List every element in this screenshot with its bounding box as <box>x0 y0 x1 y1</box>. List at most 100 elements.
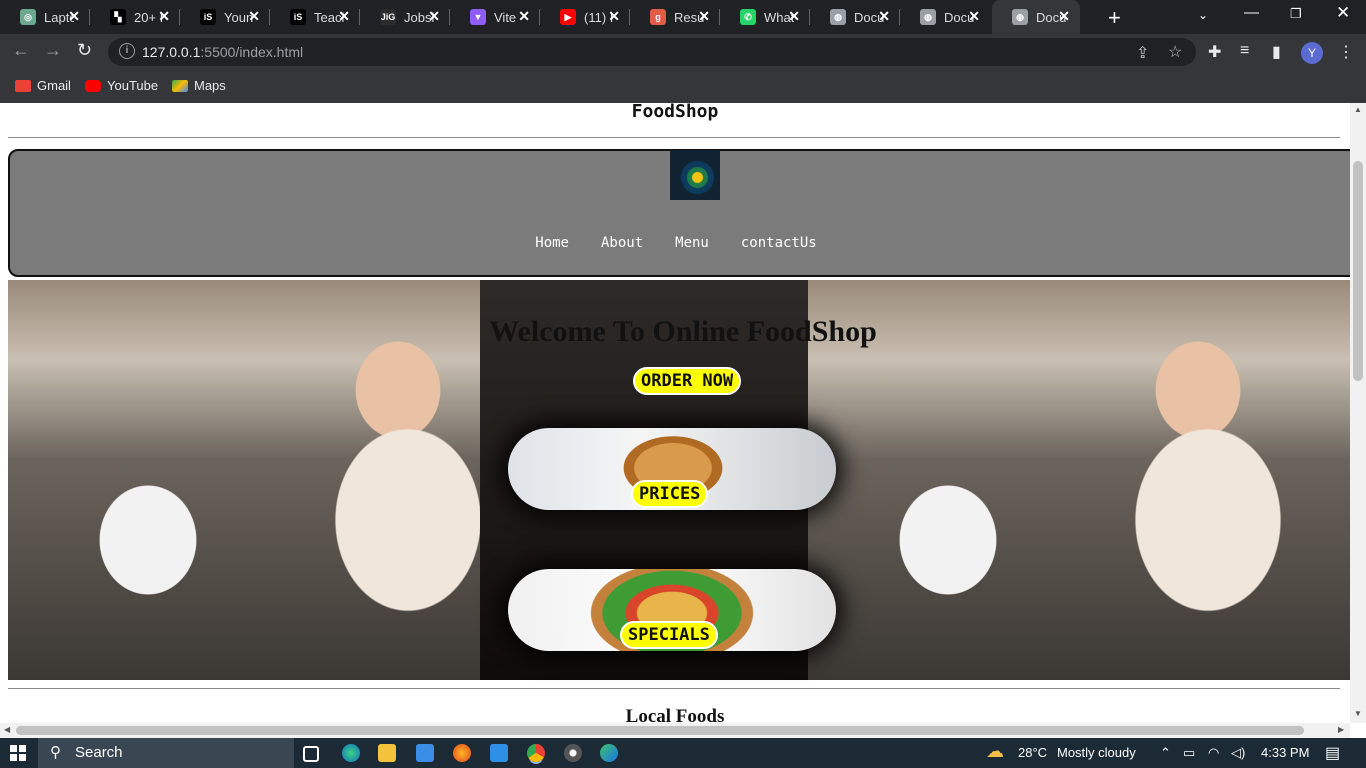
browser-tab[interactable]: JiG Jobsi ✕ <box>360 0 450 34</box>
windows-start-icon[interactable] <box>10 745 26 761</box>
extensions-icon[interactable]: ✚ <box>1208 42 1221 62</box>
browser-tab[interactable]: ▚ 20+ I ✕ <box>90 0 180 34</box>
address-bar[interactable]: i 127.0.0.1:5500/index.html ⇪ ☆ <box>108 38 1196 66</box>
tab-favicon-icon: ▚ <box>110 9 126 25</box>
browser-tab[interactable]: ▼ Vite ✕ <box>450 0 540 34</box>
order-now-button[interactable]: ORDER NOW <box>633 367 742 395</box>
divider <box>8 688 1340 689</box>
bookmark-youtube[interactable]: YouTube <box>85 78 158 93</box>
tab-close-icon[interactable]: ✕ <box>68 8 80 25</box>
tab-favicon-icon: ◎ <box>20 9 36 25</box>
tab-close-icon[interactable]: ✕ <box>1058 8 1070 25</box>
file-explorer-icon[interactable] <box>378 744 396 762</box>
forward-button[interactable]: → <box>44 40 62 61</box>
scroll-down-arrow-icon[interactable]: ▼ <box>1354 709 1362 718</box>
windows-taskbar: ⚲ Search ☁ 28°C Mostly cloudy ⌃ ▭ ◠ ◁) 4… <box>0 738 1366 768</box>
side-panel-icon[interactable]: ▮ <box>1272 42 1281 62</box>
tab-close-icon[interactable]: ✕ <box>428 8 440 25</box>
browser-tab[interactable]: iS Youn ✕ <box>180 0 270 34</box>
tab-close-icon[interactable]: ✕ <box>338 8 350 25</box>
tab-close-icon[interactable]: ✕ <box>968 8 980 25</box>
browser-tab[interactable]: ✆ What ✕ <box>720 0 810 34</box>
scroll-up-arrow-icon[interactable]: ▲ <box>1354 105 1362 114</box>
bookmark-maps[interactable]: Maps <box>172 78 226 93</box>
site-info-icon[interactable]: i <box>119 43 135 59</box>
welcome-heading: Welcome To Online FoodShop <box>489 315 877 348</box>
browser-tab[interactable]: ◎ Lapto ✕ <box>0 0 90 34</box>
tab-favicon-icon: ▼ <box>470 9 486 25</box>
tab-close-icon[interactable]: ✕ <box>698 8 710 25</box>
bookmark-gmail[interactable]: Gmail <box>15 78 71 93</box>
tab-favicon-icon: ✆ <box>740 9 756 25</box>
nav-home-link[interactable]: Home <box>535 235 569 251</box>
maximize-button[interactable]: ❐ <box>1290 6 1302 22</box>
prices-button[interactable]: PRICES <box>631 480 709 508</box>
horizontal-scroll-thumb[interactable] <box>16 726 1304 735</box>
chrome-menu-icon[interactable]: ⋮ <box>1338 42 1354 62</box>
media-control-icon[interactable]: ≡ <box>1240 42 1249 60</box>
firefox-icon[interactable] <box>453 744 471 762</box>
obs-icon[interactable] <box>564 744 582 762</box>
browser-tab[interactable]: ◍ Docu ✕ <box>992 0 1080 34</box>
gmail-icon <box>15 79 31 92</box>
clock[interactable]: 4:33 PM <box>1261 745 1309 760</box>
nav-about-link[interactable]: About <box>601 235 643 251</box>
tab-close-icon[interactable]: ✕ <box>788 8 800 25</box>
wifi-icon[interactable]: ◠ <box>1208 745 1219 761</box>
profile-avatar[interactable]: Y <box>1301 42 1323 64</box>
browser-tab[interactable]: iS Teacl ✕ <box>270 0 360 34</box>
bookmarks-bar: Gmail YouTube Maps <box>0 70 1366 104</box>
tab-close-icon[interactable]: ✕ <box>248 8 260 25</box>
minimize-button[interactable]: — <box>1244 4 1259 21</box>
site-title: FoodShop <box>631 103 719 122</box>
weather-description[interactable]: Mostly cloudy <box>1057 745 1136 760</box>
close-window-button[interactable]: ✕ <box>1336 3 1350 23</box>
site-navbar: Home About Menu contactUs <box>8 149 1350 277</box>
notifications-icon[interactable]: ▤ <box>1325 743 1340 763</box>
weather-icon[interactable]: ☁ <box>986 741 1004 762</box>
back-button[interactable]: ← <box>12 40 30 61</box>
app-icon[interactable] <box>600 744 618 762</box>
bookmark-star-icon[interactable]: ☆ <box>1168 42 1182 62</box>
volume-icon[interactable]: ◁) <box>1231 745 1245 761</box>
taskbar-search[interactable]: ⚲ Search <box>38 738 294 768</box>
horizontal-scrollbar[interactable]: ◀ ▶ <box>0 723 1350 738</box>
specials-button[interactable]: SPECIALS <box>620 621 718 649</box>
tab-close-icon[interactable]: ✕ <box>158 8 170 25</box>
nav-contact-link[interactable]: contactUs <box>741 235 817 251</box>
task-view-icon[interactable] <box>303 746 319 762</box>
divider <box>8 137 1340 138</box>
url-text: 127.0.0.1:5500/index.html <box>142 44 304 60</box>
battery-icon[interactable]: ▭ <box>1183 745 1195 761</box>
tab-close-icon[interactable]: ✕ <box>518 8 530 25</box>
local-foods-heading: Local Foods <box>625 706 725 723</box>
browser-tab[interactable]: ◍ Docu ✕ <box>900 0 990 34</box>
scroll-left-arrow-icon[interactable]: ◀ <box>4 725 10 734</box>
edge-icon[interactable] <box>342 744 360 762</box>
share-icon[interactable]: ⇪ <box>1136 43 1149 63</box>
mail-icon[interactable] <box>416 744 434 762</box>
vertical-scrollbar[interactable]: ▲ ▼ <box>1350 103 1366 723</box>
nav-menu-link[interactable]: Menu <box>675 235 709 251</box>
tab-strip: ◎ Lapto ✕ ▚ 20+ I ✕ iS Youn ✕ iS Teacl ✕ JiG Jobsi ✕ ▼ V… <box>0 0 1366 34</box>
tab-close-icon[interactable]: ✕ <box>608 8 620 25</box>
vertical-scroll-thumb[interactable] <box>1353 161 1363 381</box>
tab-close-icon[interactable]: ✕ <box>878 8 890 25</box>
browser-tab[interactable]: ▶ (11) I ✕ <box>540 0 630 34</box>
tab-favicon-icon: ◍ <box>1012 9 1028 25</box>
reload-button[interactable]: ↻ <box>77 40 92 61</box>
tab-favicon-icon: ◍ <box>920 9 936 25</box>
browser-toolbar: ← → ↻ i 127.0.0.1:5500/index.html ⇪ ☆ ✚ … <box>0 34 1366 70</box>
chrome-icon[interactable] <box>527 744 545 762</box>
maps-icon <box>172 79 188 92</box>
scroll-right-arrow-icon[interactable]: ▶ <box>1338 725 1344 734</box>
new-tab-button[interactable]: + <box>1108 5 1121 31</box>
browser-tab[interactable]: g Resu ✕ <box>630 0 720 34</box>
tab-favicon-icon: ◍ <box>830 9 846 25</box>
tab-search-icon[interactable]: ⌄ <box>1198 8 1208 22</box>
peacock-logo-icon[interactable] <box>670 150 720 200</box>
vscode-icon[interactable] <box>490 744 508 762</box>
tray-overflow-icon[interactable]: ⌃ <box>1160 745 1171 761</box>
browser-tab[interactable]: ◍ Docu ✕ <box>810 0 900 34</box>
weather-temp[interactable]: 28°C <box>1018 745 1047 760</box>
